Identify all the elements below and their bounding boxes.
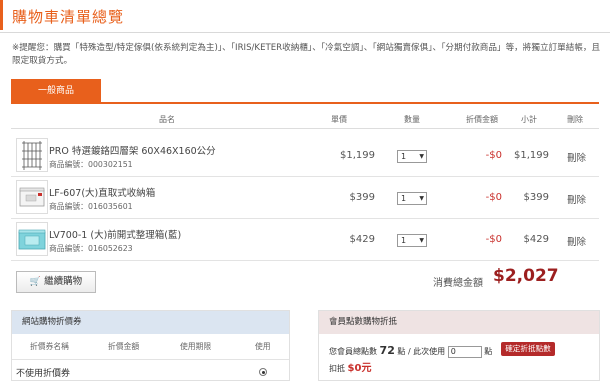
points-suffix: 點: [484, 347, 493, 356]
chevron-down-icon: ▼: [419, 153, 424, 160]
points-panel: 會員點數購物折抵 您會員總點數 72 點 / 此次使用 0 點 確定折抵點數 扣…: [318, 310, 600, 381]
wire-shelf-icon[interactable]: [16, 138, 48, 172]
discount-amount: -$0: [485, 234, 502, 245]
quantity-select[interactable]: 1 ▼: [397, 192, 427, 205]
chevron-down-icon: ▼: [419, 195, 424, 202]
coupon-col-use: 使用: [255, 342, 271, 351]
header-name: 品名: [159, 115, 175, 124]
chevron-down-icon: ▼: [419, 237, 424, 244]
discount-amount: -$0: [485, 150, 502, 161]
cart-row: LF-607(大)直取式收納箱 商品編號：016035601 $399 1 ▼ -…: [11, 177, 599, 219]
discount-amount: -$0: [485, 192, 502, 203]
cart-icon: 🛒: [29, 277, 42, 287]
coupon-col-amount: 折價金額: [108, 342, 140, 351]
notice-text: ※提醒您：購買「特殊造型/特定傢俱(依系統判定為主)」、「IRIS/KETER收…: [12, 43, 601, 66]
subtotal: $429: [523, 234, 549, 245]
unit-price: $399: [349, 192, 375, 203]
title-accent-bar: [0, 0, 3, 30]
quantity-value: 1: [401, 236, 407, 245]
header-price: 單價: [331, 115, 347, 124]
no-coupon-label: 不使用折價券: [16, 369, 71, 379]
coupon-col-name: 折價券名稱: [30, 342, 69, 351]
tab-underline: [11, 102, 599, 104]
product-name[interactable]: PRO 特選鍍鉻四層架 60X46X160公分: [49, 143, 216, 157]
coupon-divider: [12, 359, 289, 360]
product-name[interactable]: LV700-1 (大)前開式整理箱(藍): [49, 227, 181, 241]
deduct-line: 扣抵 $0元: [329, 359, 371, 374]
continue-shopping-button[interactable]: 🛒 繼續購物: [16, 271, 96, 293]
cart-table-header: 品名 單價 數量 折價金額 小計 刪除: [11, 111, 599, 129]
product-number: 商品編號：000302151: [49, 160, 133, 169]
subtotal: $399: [523, 192, 549, 203]
points-value: 72: [379, 344, 395, 357]
remove-link[interactable]: 刪除: [567, 150, 586, 164]
storage-box-icon[interactable]: [16, 180, 48, 214]
title-divider: [0, 32, 610, 33]
coupon-col-expiry: 使用期限: [180, 342, 212, 351]
quantity-select[interactable]: 1 ▼: [397, 150, 427, 163]
quantity-value: 1: [401, 152, 407, 161]
page-title: 購物車清單總覽: [12, 8, 125, 26]
header-qty: 數量: [404, 115, 420, 124]
remove-link[interactable]: 刪除: [567, 234, 586, 248]
total-amount: $2,027: [493, 266, 559, 286]
tab-general-items[interactable]: 一般商品: [11, 79, 101, 103]
quantity-value: 1: [401, 194, 407, 203]
product-name[interactable]: LF-607(大)直取式收納箱: [49, 185, 155, 199]
points-input[interactable]: 0: [447, 345, 482, 358]
points-line: 您會員總點數 72 點 / 此次使用 0 點: [329, 344, 492, 358]
deduct-label: 扣抵: [329, 364, 345, 373]
unit-price: $1,199: [340, 150, 375, 161]
quantity-select[interactable]: 1 ▼: [397, 234, 427, 247]
coupon-panel-title: 網站購物折價券: [12, 311, 289, 334]
points-prefix: 您會員總點數: [329, 347, 377, 356]
subtotal: $1,199: [514, 150, 549, 161]
coupon-panel: 網站購物折價券 折價券名稱 折價金額 使用期限 使用 不使用折價券: [11, 310, 290, 381]
remove-link[interactable]: 刪除: [567, 192, 586, 206]
product-number: 商品編號：016052623: [49, 244, 133, 253]
blue-storage-box-icon[interactable]: [16, 222, 48, 256]
header-remove: 刪除: [567, 115, 583, 124]
points-panel-title: 會員點數購物折抵: [319, 311, 599, 334]
points-mid: 點 / 此次使用: [397, 347, 446, 356]
apply-points-button[interactable]: 確定折抵點數: [501, 342, 555, 356]
cart-row: PRO 特選鍍鉻四層架 60X46X160公分 商品編號：000302151 $…: [11, 135, 599, 177]
product-number: 商品編號：016035601: [49, 202, 133, 211]
cart-row: LV700-1 (大)前開式整理箱(藍) 商品編號：016052623 $429…: [11, 219, 599, 261]
unit-price: $429: [349, 234, 375, 245]
no-coupon-radio[interactable]: [259, 368, 267, 376]
header-discount: 折價金額: [466, 115, 498, 124]
continue-shopping-label: 繼續購物: [44, 276, 83, 287]
deduct-value: $0元: [347, 363, 372, 374]
header-subtotal: 小計: [521, 115, 537, 124]
total-label: 消費總金額: [433, 278, 483, 289]
